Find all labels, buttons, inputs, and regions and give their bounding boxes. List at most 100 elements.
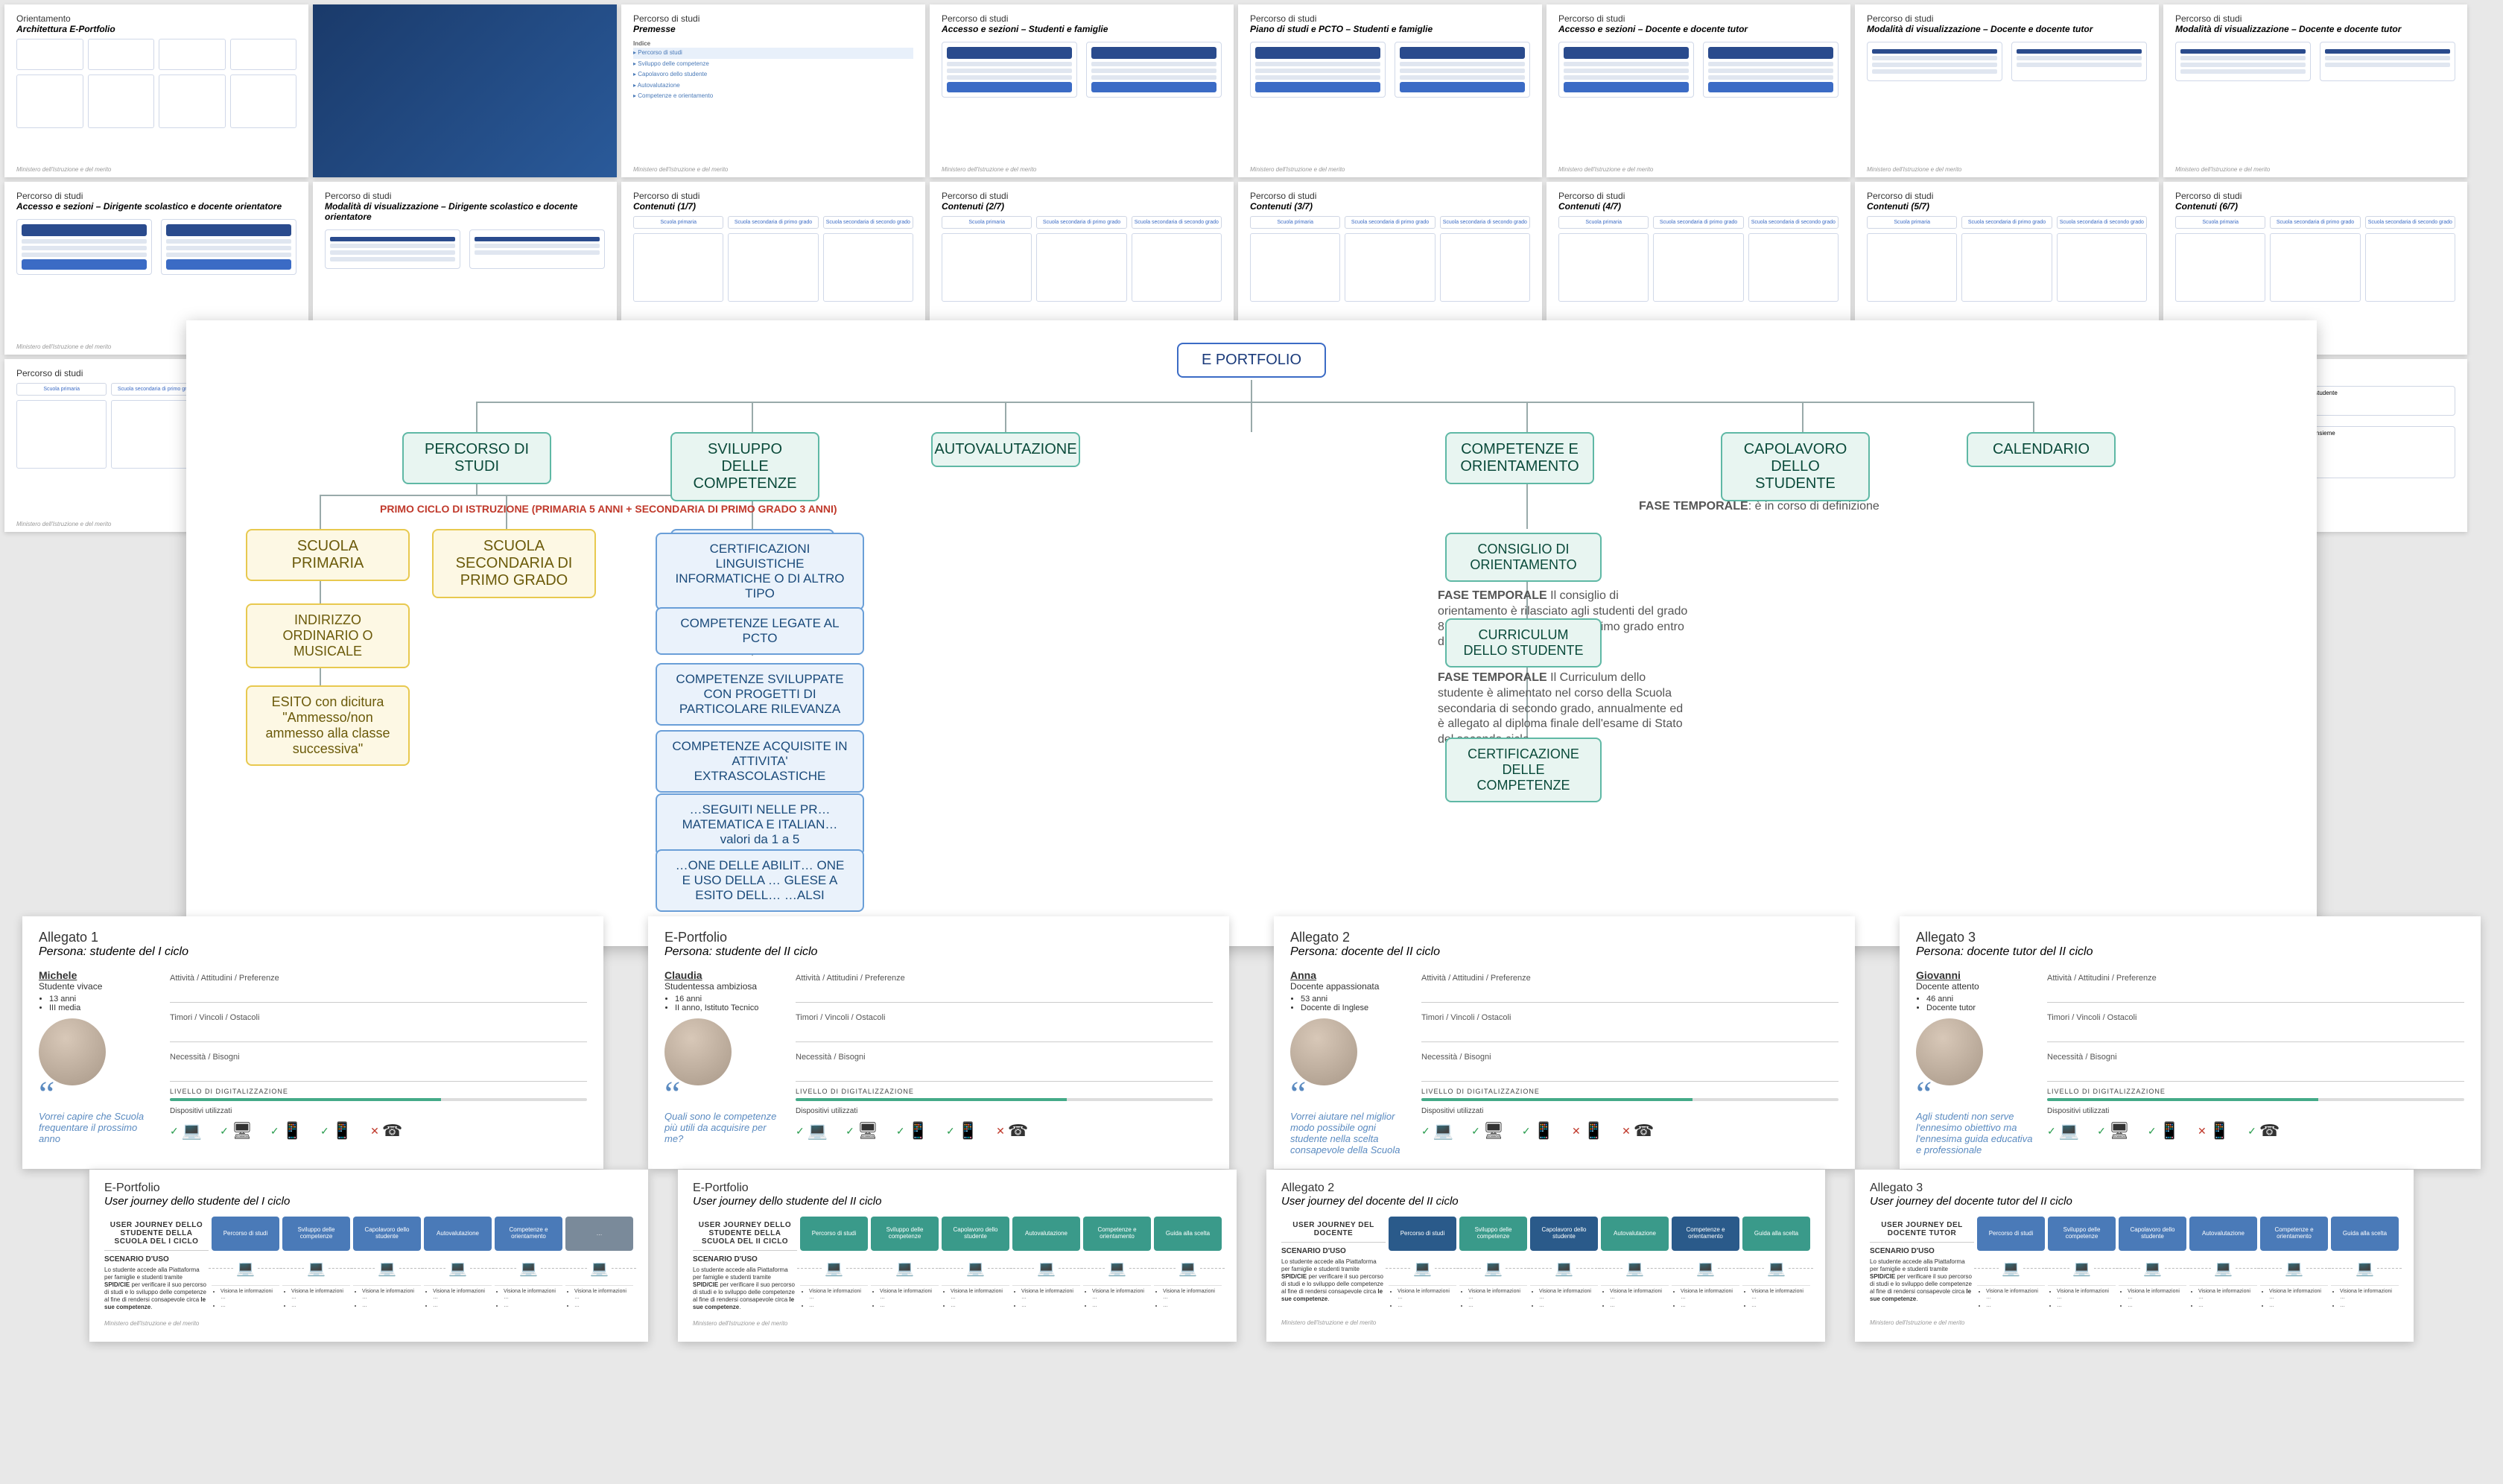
persona-desc: Docente appassionata xyxy=(1290,981,1409,992)
stage-label: Percorso di studi xyxy=(212,1217,279,1251)
laptop-icon: 💻 xyxy=(1764,1259,1789,1278)
node-cat-2: AUTOVALUTAZIONE xyxy=(931,432,1080,467)
device-2: ✓📱 xyxy=(270,1121,302,1141)
journey-lane-1: Sviluppo delle competenze 💻 Visiona le i… xyxy=(2048,1217,2116,1313)
lane-bullets: Visiona le informazioni …… xyxy=(282,1285,350,1313)
device-icon-row: 💻 xyxy=(2048,1251,2116,1285)
lane-bullets: Visiona le informazioni …… xyxy=(1672,1285,1739,1313)
journey-scenario-text: Lo studente accede alla Piattaforma per … xyxy=(104,1266,209,1311)
node-cat-0: PERCORSO DI STUDI xyxy=(402,432,551,484)
persona-bullet: Docente tutor xyxy=(1926,1003,2035,1012)
hdr-1: Timori / Vincoli / Ostacoli xyxy=(796,1013,1213,1022)
laptop-icon: 💻 xyxy=(822,1259,846,1278)
stage-label: Guida alla scelta xyxy=(1154,1217,1222,1251)
hdr-1: Timori / Vincoli / Ostacoli xyxy=(2047,1013,2464,1022)
laptop-icon: 💻 xyxy=(1410,1259,1435,1278)
persona-name: Anna xyxy=(1290,969,1409,981)
journey-row: E-Portfolio User journey dello studente … xyxy=(89,1170,2414,1342)
journey-footer: Ministero dell'Istruzione e del merito xyxy=(693,1320,1222,1327)
device-icon-row: 💻 xyxy=(565,1251,633,1285)
diagram-note-2: FASE TEMPORALE Il Curriculum dello stude… xyxy=(1438,670,1691,748)
journey-head: USER JOURNEY DELLO STUDENTE DELLA SCUOLA… xyxy=(104,1217,209,1251)
laptop-icon: 💻 xyxy=(892,1259,917,1278)
stage-label: Percorso di studi xyxy=(1977,1217,2045,1251)
node-sviluppo-1: COMPETENZE LEGATE AL PCTO xyxy=(656,607,864,655)
thumb-title: Percorso di studi xyxy=(633,13,913,24)
lane-bullets: Visiona le informazioni …… xyxy=(942,1285,1009,1313)
lane-bullets: Visiona le informazioni …… xyxy=(1154,1285,1222,1313)
stage-label: Competenze e orientamento xyxy=(495,1217,562,1251)
node-sviluppo-0: CERTIFICAZIONI LINGUISTICHE INFORMATICHE… xyxy=(656,533,864,610)
thumb-5[interactable]: Percorso di studiAccesso e sezioni – Doc… xyxy=(1546,4,1850,177)
journey-lane-1: Sviluppo delle competenze 💻 Visiona le i… xyxy=(282,1217,350,1314)
device-icon-row: 💻 xyxy=(871,1251,939,1285)
thumb-title: Percorso di studi xyxy=(1867,191,2147,201)
journey-lane-1: Sviluppo delle competenze 💻 Visiona le i… xyxy=(871,1217,939,1314)
diagram-note-3: FASE TEMPORALE: è in corso di definizion… xyxy=(1639,499,1937,515)
device-icon-row: 💻 xyxy=(1530,1251,1598,1285)
journey-scenario-text: Lo studente accede alla Piattaforma per … xyxy=(1870,1258,1974,1303)
device-1: ✓🖥 xyxy=(220,1121,253,1141)
thumb-2[interactable]: Percorso di studiPremesseIndice▸ Percors… xyxy=(621,4,925,177)
journey-lane-5: … 💻 Visiona le informazioni …… xyxy=(565,1217,633,1314)
laptop-icon: 💻 xyxy=(304,1259,329,1278)
persona-allegato: E-Portfolio xyxy=(664,930,1213,945)
journey-scenario-label: SCENARIO D'USO xyxy=(1870,1247,1974,1255)
persona-role: Persona: studente del I ciclo xyxy=(39,945,587,959)
persona-quote: Vorrei capire che Scuola frequentare il … xyxy=(39,1111,158,1144)
persona-allegato: Allegato 3 xyxy=(1916,930,2464,945)
persona-quote: Agli studenti non serve l'ennesimo obiet… xyxy=(1916,1111,2035,1155)
hdr-1: Timori / Vincoli / Ostacoli xyxy=(1421,1013,1839,1022)
device-4: ✕☎ xyxy=(370,1121,402,1141)
dig-label: LIVELLO DI DIGITALIZZAZIONE xyxy=(1421,1088,1839,1095)
persona-quote: Vorrei aiutare nel miglior modo possibil… xyxy=(1290,1111,1409,1155)
thumb-title: Percorso di studi xyxy=(942,191,1222,201)
stage-label: Capolavoro dello studente xyxy=(2119,1217,2186,1251)
thumb-0[interactable]: OrientamentoArchitettura E-PortfolioMini… xyxy=(4,4,308,177)
device-3: ✓📱 xyxy=(946,1121,978,1141)
journey-sidecol: USER JOURNEY DEL DOCENTE TUTOR SCENARIO … xyxy=(1870,1217,1974,1313)
journey-0: E-Portfolio User journey dello studente … xyxy=(89,1170,648,1342)
laptop-icon: 💻 xyxy=(1622,1259,1647,1278)
lane-bullets: Visiona le informazioni …… xyxy=(2331,1285,2399,1313)
thumb-subtitle: Modalità di visualizzazione – Dirigente … xyxy=(325,201,605,222)
journey-lane-2: Capolavoro dello studente 💻 Visiona le i… xyxy=(942,1217,1009,1314)
journey-scenario-label: SCENARIO D'USO xyxy=(1281,1247,1386,1255)
thumb-7[interactable]: Percorso di studiModalità di visualizzaz… xyxy=(2163,4,2467,177)
persona-bullet: II anno, Istituto Tecnico xyxy=(675,1003,784,1012)
thumb-title: Percorso di studi xyxy=(325,191,605,201)
quote-mark-icon: “ xyxy=(1916,1085,2035,1103)
thumb-subtitle: Contenuti (4/7) xyxy=(1558,201,1839,212)
laptop-icon: 💻 xyxy=(2140,1259,2165,1278)
journey-lane-2: Capolavoro dello studente 💻 Visiona le i… xyxy=(1530,1217,1598,1313)
thumb-4[interactable]: Percorso di studiPiano di studi e PCTO –… xyxy=(1238,4,1542,177)
persona-0: Allegato 1 Persona: studente del I ciclo… xyxy=(22,916,603,1169)
stage-label: Guida alla scelta xyxy=(2331,1217,2399,1251)
lane-bullets: Visiona le informazioni …… xyxy=(1083,1285,1151,1313)
thumb-footer: Ministero dell'Istruzione e del merito xyxy=(942,166,1036,173)
device-4: ✕☎ xyxy=(1622,1121,1654,1141)
thumb-1[interactable] xyxy=(313,4,617,177)
thumb-footer: Ministero dell'Istruzione e del merito xyxy=(16,166,111,173)
thumb-title: Percorso di studi xyxy=(1558,13,1839,24)
stage-label: Sviluppo delle competenze xyxy=(282,1217,350,1251)
device-icon-row: 💻 xyxy=(1672,1251,1739,1285)
thumb-6[interactable]: Percorso di studiModalità di visualizzaz… xyxy=(1855,4,2159,177)
persona-bullet: Docente di Inglese xyxy=(1301,1003,1409,1012)
persona-allegato: Allegato 1 xyxy=(39,930,587,945)
laptop-icon: 💻 xyxy=(233,1259,258,1278)
journey-sidecol: USER JOURNEY DELLO STUDENTE DELLA SCUOLA… xyxy=(104,1217,209,1314)
lane-bullets: Visiona le informazioni …… xyxy=(1530,1285,1598,1313)
device-row: ✓💻✓🖥✓📱✕📱✓☎ xyxy=(2047,1121,2464,1141)
thumb-3[interactable]: Percorso di studiAccesso e sezioni – Stu… xyxy=(930,4,1234,177)
device-icon-row: 💻 xyxy=(1154,1251,1222,1285)
device-2: ✓📱 xyxy=(2148,1121,2180,1141)
device-icon-row: 💻 xyxy=(495,1251,562,1285)
journey-lane-2: Capolavoro dello studente 💻 Visiona le i… xyxy=(353,1217,421,1314)
device-icon-row: 💻 xyxy=(2119,1251,2186,1285)
laptop-icon: 💻 xyxy=(2069,1259,2094,1278)
thumb-footer: Ministero dell'Istruzione e del merito xyxy=(16,521,111,527)
laptop-icon: 💻 xyxy=(1999,1259,2023,1278)
device-icon-row: 💻 xyxy=(282,1251,350,1285)
persona-allegato: Allegato 2 xyxy=(1290,930,1839,945)
